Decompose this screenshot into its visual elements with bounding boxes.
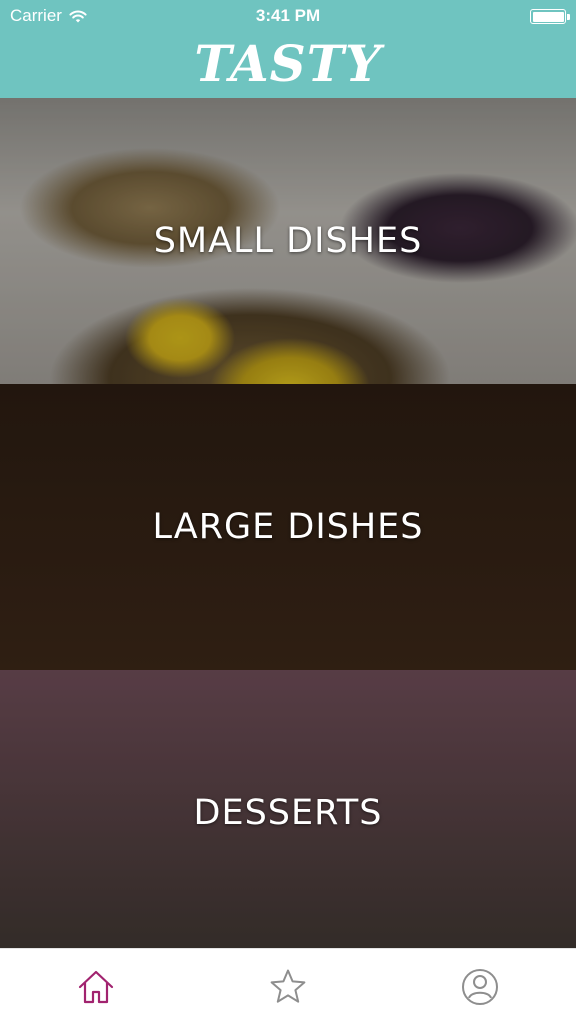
tab-home[interactable] bbox=[0, 949, 192, 1024]
category-label: DESSERTS bbox=[193, 793, 383, 833]
app-header: Carrier 3:41 PM TASTY bbox=[0, 0, 576, 98]
tab-bar bbox=[0, 948, 576, 1024]
category-desserts[interactable]: DESSERTS bbox=[0, 670, 576, 956]
home-icon bbox=[78, 970, 114, 1003]
tab-favorites[interactable] bbox=[192, 949, 384, 1024]
battery-icon bbox=[530, 9, 570, 24]
category-label: LARGE DISHES bbox=[152, 507, 424, 547]
category-large-dishes[interactable]: LARGE DISHES bbox=[0, 384, 576, 670]
star-icon bbox=[270, 969, 306, 1003]
category-label: SMALL DISHES bbox=[153, 221, 423, 261]
profile-icon bbox=[462, 968, 498, 1005]
app-logo: TASTY bbox=[194, 34, 382, 93]
category-small-dishes[interactable]: SMALL DISHES bbox=[0, 98, 576, 384]
clock: 3:41 PM bbox=[255, 6, 321, 25]
status-bar: Carrier 3:41 PM bbox=[0, 0, 576, 32]
tab-profile[interactable] bbox=[384, 949, 576, 1024]
